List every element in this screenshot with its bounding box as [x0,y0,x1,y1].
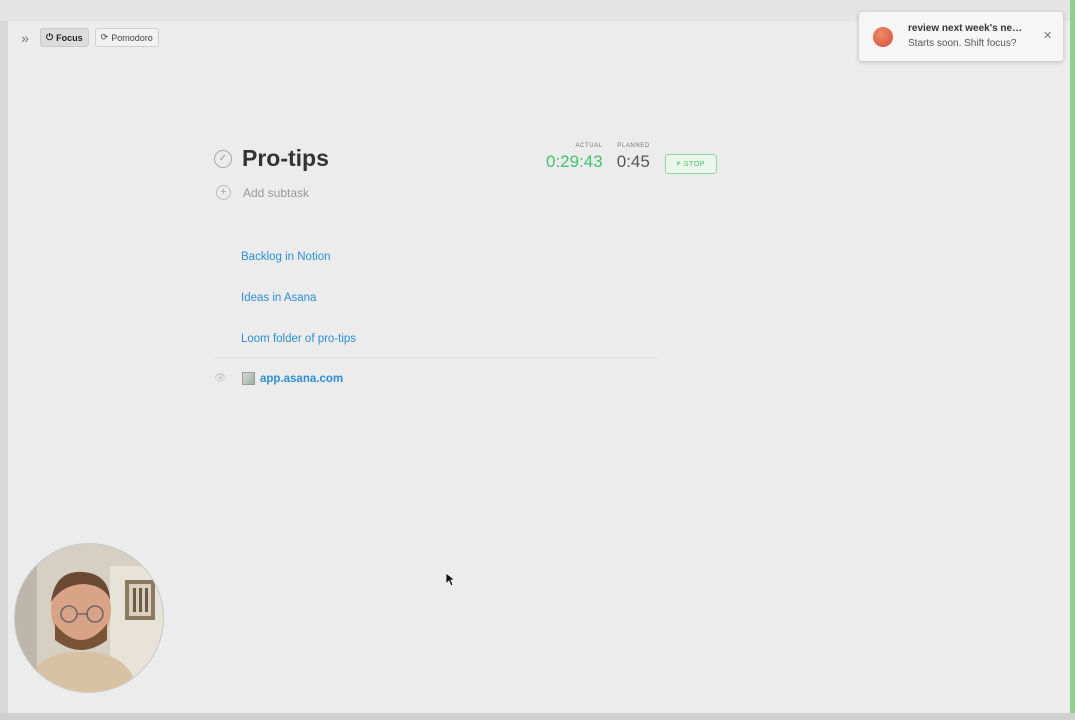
window-border [1070,0,1075,720]
planned-time[interactable]: 0:45 [617,152,650,172]
planned-caption: PLANNED [617,143,650,149]
webcam-feed [15,544,163,692]
focus-timer: ACTUAL 0:29:43 PLANNED 0:45 ⏸ STOP [546,143,717,174]
actual-caption: ACTUAL [575,143,603,149]
eye-icon[interactable]: 👁 [214,373,230,384]
focus-mode-button[interactable]: ⏻ Focus [40,28,89,47]
divider [214,357,658,358]
notification-avatar [873,27,893,47]
add-subtask-placeholder[interactable]: Add subtask [243,186,309,200]
timer-icon: ⟳ [100,32,109,42]
webcam-bubble[interactable] [15,544,163,692]
link-backlog-notion[interactable]: Backlog in Notion [241,251,331,263]
app-window: » ⏻ Focus ⟳ Pomodoro ✓ Pro-tips + Add su… [8,21,1070,713]
stop-label: STOP [683,160,706,168]
add-subtask-row[interactable]: + Add subtask [216,185,309,200]
resource-row: 👁 app.asana.com [214,372,343,385]
check-icon: ✓ [218,153,228,164]
power-icon: ⏻ [46,32,54,42]
notification-title: review next week's ne… [908,23,1023,34]
pause-icon: ⏸ [676,160,681,167]
pomodoro-mode-label: Pomodoro [111,32,153,43]
link-ideas-asana[interactable]: Ideas in Asana [241,292,316,304]
chevrons-right-icon[interactable]: » [16,29,34,47]
pomodoro-mode-button[interactable]: ⟳ Pomodoro [94,28,159,47]
complete-task-checkbox[interactable]: ✓ [214,149,232,168]
planned-time-block: PLANNED 0:45 [617,143,650,172]
stop-button[interactable]: ⏸ STOP [664,154,717,174]
actual-time-block: ACTUAL 0:29:43 [546,143,603,172]
actual-time: 0:29:43 [546,152,603,171]
notification-toast[interactable]: review next week's ne… Starts soon. Shif… [859,12,1063,61]
mouse-cursor-icon [446,573,456,587]
task-header: ✓ Pro-tips [214,145,329,172]
link-loom-folder[interactable]: Loom folder of pro-tips [241,333,356,345]
resource-link[interactable]: app.asana.com [260,373,343,385]
focus-mode-label: Focus [56,32,83,43]
toolbar: » ⏻ Focus ⟳ Pomodoro [16,28,159,47]
task-title[interactable]: Pro-tips [242,145,329,172]
asana-favicon-icon [242,372,255,385]
window-bottom-border [0,713,1075,720]
close-icon[interactable]: ✕ [1043,29,1052,42]
notification-subtitle: Starts soon. Shift focus? [908,38,1017,49]
plus-circle-icon: + [216,185,231,200]
